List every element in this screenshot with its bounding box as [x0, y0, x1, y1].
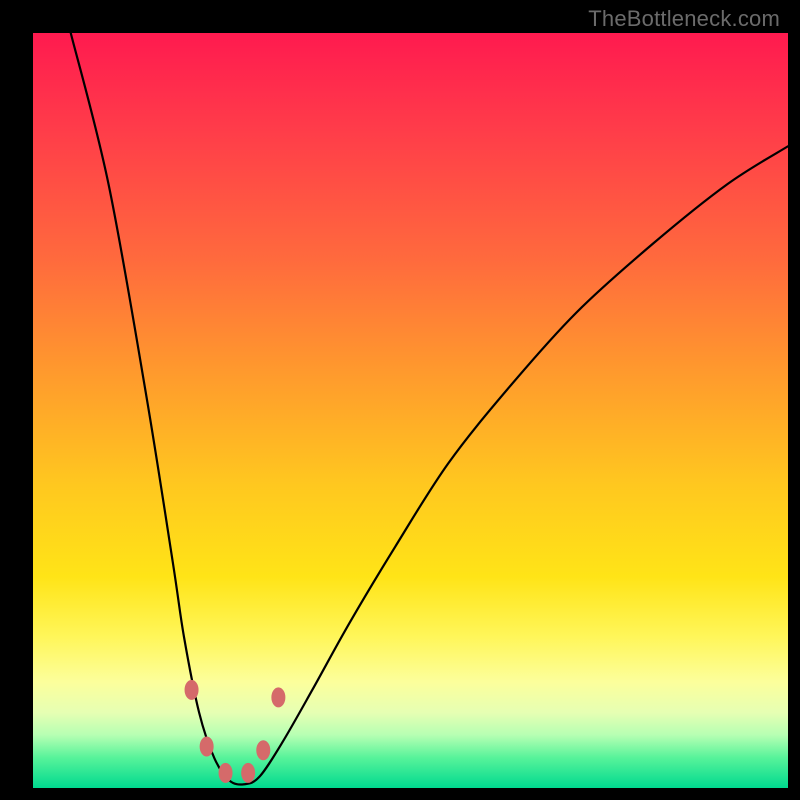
watermark-text: TheBottleneck.com	[588, 6, 780, 32]
marker-left-lower	[200, 737, 213, 756]
marker-right-lower	[257, 741, 270, 760]
plot-area	[33, 33, 788, 788]
marker-right-upper	[272, 688, 285, 707]
marker-left-upper	[185, 680, 198, 699]
curve-markers	[185, 680, 285, 782]
marker-min-right	[242, 763, 255, 782]
marker-min-left	[219, 763, 232, 782]
chart-frame: TheBottleneck.com	[0, 0, 800, 800]
curve-layer	[33, 33, 788, 788]
bottleneck-curve	[71, 33, 788, 785]
